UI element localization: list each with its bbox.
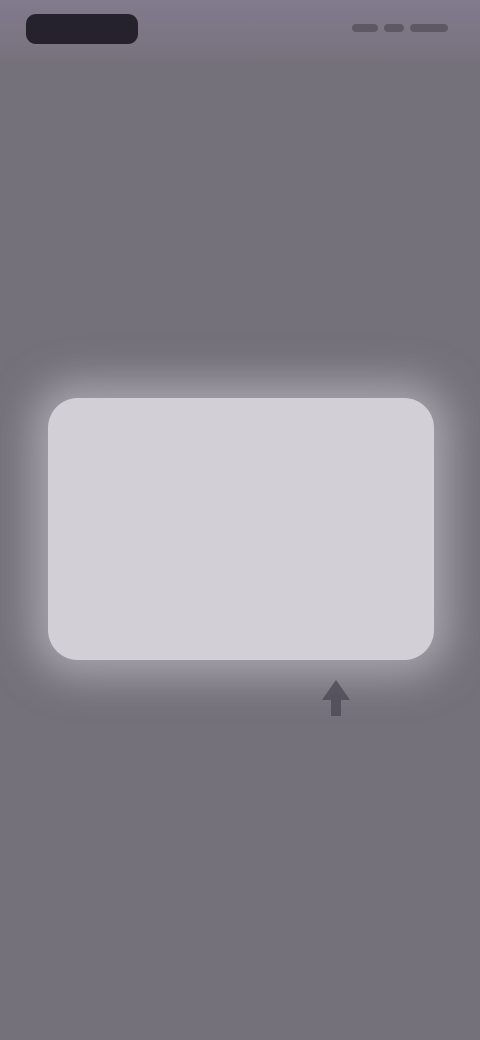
dialog-actions: [82, 590, 412, 630]
wifi-icon: [384, 24, 404, 32]
battery-icon: [410, 24, 448, 32]
alert-dialog: [48, 398, 434, 660]
screen: 9:41: [0, 0, 480, 1040]
dialog-primary-button[interactable]: [262, 590, 412, 630]
gesture-hint: [288, 672, 384, 772]
status-bar: 9:41: [0, 0, 480, 60]
arrow-up-icon: [322, 680, 350, 716]
signal-icon: [352, 24, 378, 32]
status-time: 9:41: [26, 14, 138, 44]
dialog-secondary-button[interactable]: [82, 590, 232, 630]
status-icons: [352, 22, 448, 34]
